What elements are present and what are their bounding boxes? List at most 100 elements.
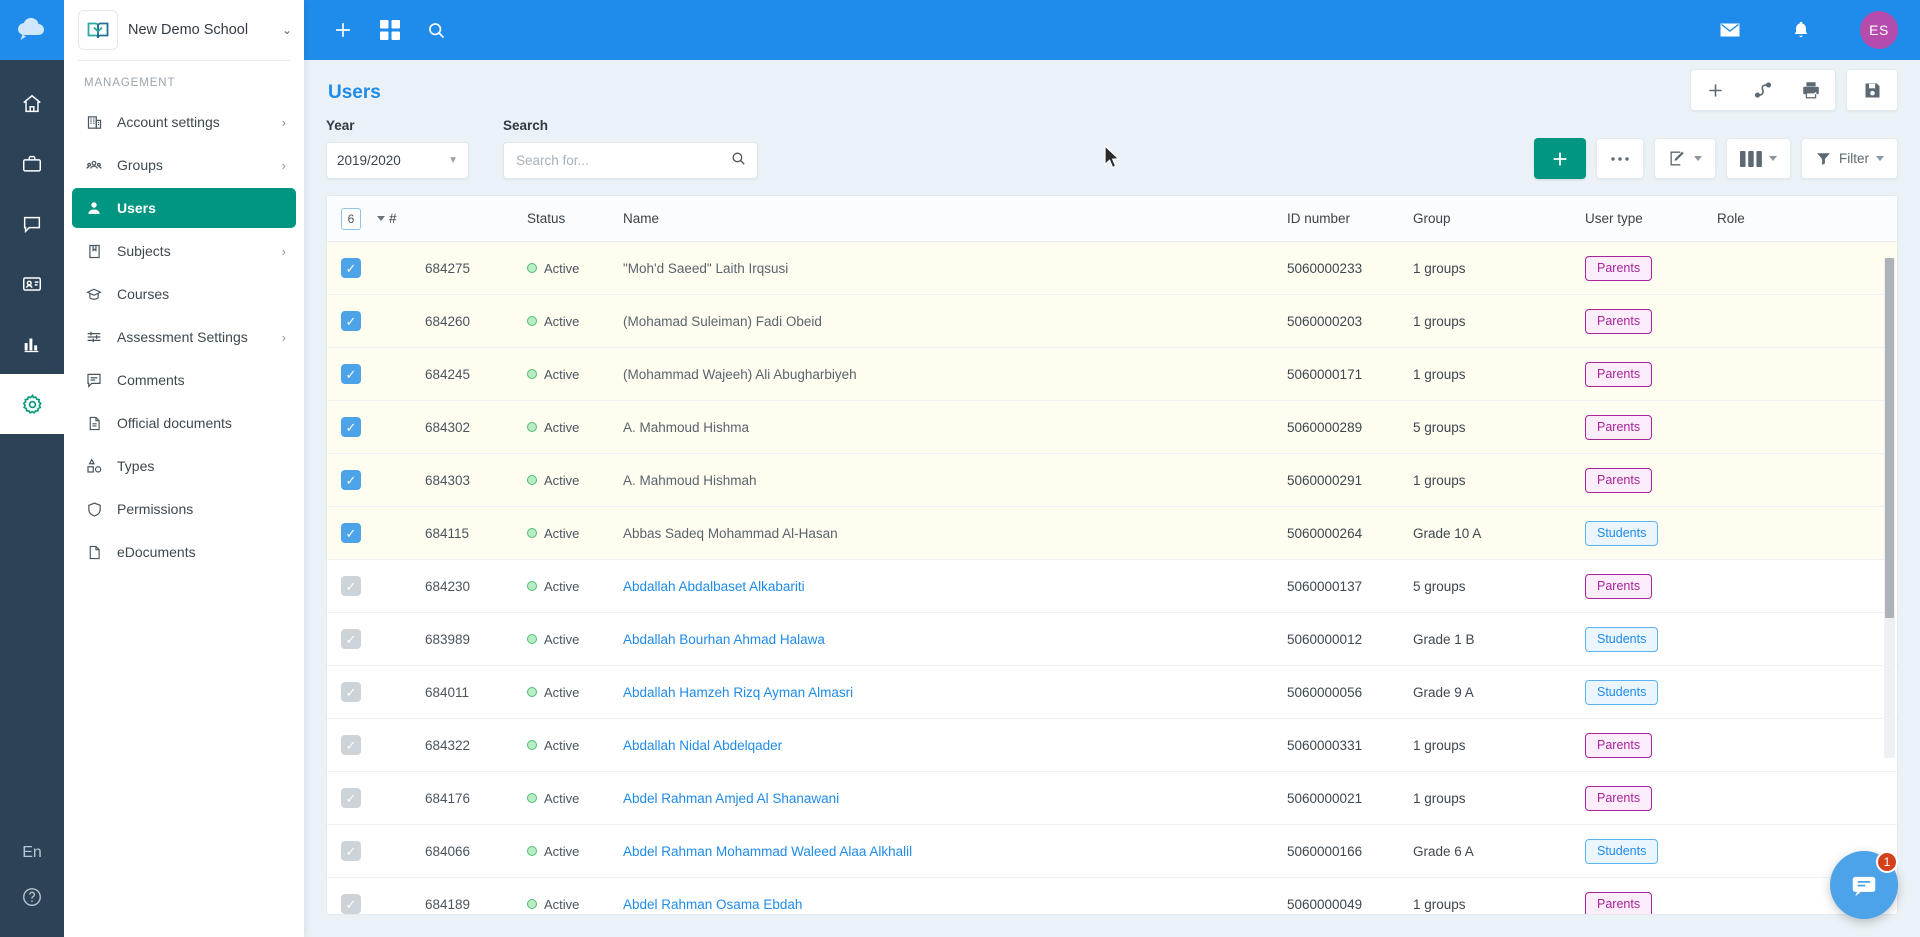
user-type-badge[interactable]: Students	[1585, 679, 1659, 705]
edit-dropdown-button[interactable]	[1654, 138, 1716, 179]
user-type-badge[interactable]: Parents	[1585, 361, 1653, 387]
column-header-number[interactable]: #	[377, 211, 425, 226]
avatar[interactable]: ES	[1860, 11, 1898, 49]
user-name-link[interactable]: (Mohamad Suleiman) Fadi Obeid	[623, 314, 822, 329]
sidebar-item-comments[interactable]: Comments	[72, 360, 296, 400]
search-icon[interactable]	[730, 150, 747, 172]
row-checkbox[interactable]: ✓	[341, 523, 361, 543]
user-type-badge[interactable]: Parents	[1585, 785, 1653, 811]
row-checkbox[interactable]: ✓	[341, 576, 361, 596]
table-row[interactable]: ✓ 684245 Active (Mohammad Wajeeh) Ali Abugh…	[327, 348, 1897, 401]
row-checkbox[interactable]: ✓	[341, 417, 361, 437]
sidebar-item-permissions[interactable]: Permissions	[72, 489, 296, 529]
scrollbar-thumb[interactable]	[1885, 258, 1894, 618]
topbar-add-button[interactable]	[332, 19, 354, 41]
filter-dropdown-button[interactable]: Filter	[1801, 138, 1898, 179]
rail-item-contacts[interactable]	[0, 254, 64, 314]
chat-button[interactable]: 1	[1830, 851, 1898, 919]
table-row[interactable]: ✓ 684189 Active Abdel Rahman Osama Ebdah 506…	[327, 878, 1897, 914]
column-header-user-type[interactable]: User type	[1585, 211, 1717, 226]
share-nodes-button[interactable]	[1739, 70, 1787, 110]
user-type-badge[interactable]: Parents	[1585, 467, 1653, 493]
table-row[interactable]: ✓ 684303 Active A. Mahmoud Hishmah 506000029…	[327, 454, 1897, 507]
sidebar-item-subjects[interactable]: Subjects ›	[72, 231, 296, 271]
table-row[interactable]: ✓ 684260 Active (Mohamad Suleiman) Fadi Obe…	[327, 295, 1897, 348]
row-name[interactable]: Abdel Rahman Osama Ebdah	[623, 897, 1287, 912]
user-name-link[interactable]: Abdallah Hamzeh Rizq Ayman Almasri	[623, 685, 853, 700]
sidebar-item-official-documents[interactable]: Official documents	[72, 403, 296, 443]
print-button[interactable]	[1787, 70, 1835, 110]
row-name[interactable]: (Mohamad Suleiman) Fadi Obeid	[623, 314, 1287, 329]
user-name-link[interactable]: Abdel Rahman Osama Ebdah	[623, 897, 802, 912]
user-type-badge[interactable]: Students	[1585, 520, 1659, 546]
rail-item-work[interactable]	[0, 134, 64, 194]
sidebar-item-types[interactable]: Types	[72, 446, 296, 486]
row-name[interactable]: Abdel Rahman Amjed Al Shanawani	[623, 791, 1287, 806]
user-type-badge[interactable]: Parents	[1585, 573, 1653, 599]
row-checkbox[interactable]: ✓	[341, 894, 361, 914]
user-name-link[interactable]: Abdel Rahman Amjed Al Shanawani	[623, 791, 839, 806]
column-header-status[interactable]: Status	[527, 211, 623, 226]
user-type-badge[interactable]: Parents	[1585, 891, 1653, 914]
add-record-button[interactable]	[1691, 70, 1739, 110]
row-checkbox[interactable]: ✓	[341, 788, 361, 808]
row-name[interactable]: A. Mahmoud Hishma	[623, 420, 1287, 435]
sidebar-item-users[interactable]: Users	[72, 188, 296, 228]
row-checkbox[interactable]: ✓	[341, 735, 361, 755]
rail-item-home[interactable]	[0, 74, 64, 134]
sidebar-item-courses[interactable]: Courses	[72, 274, 296, 314]
user-type-badge[interactable]: Students	[1585, 838, 1659, 864]
columns-dropdown-button[interactable]	[1726, 138, 1791, 179]
table-scrollbar[interactable]	[1884, 258, 1895, 758]
column-header-group[interactable]: Group	[1413, 211, 1585, 226]
topbar-mail-button[interactable]	[1718, 18, 1742, 42]
table-row[interactable]: ✓ 684176 Active Abdel Rahman Amjed Al Shana…	[327, 772, 1897, 825]
row-name[interactable]: Abdallah Bourhan Ahmad Halawa	[623, 632, 1287, 647]
save-button[interactable]	[1846, 69, 1898, 111]
selected-count-badge[interactable]: 6	[341, 207, 361, 230]
table-row[interactable]: ✓ 684302 Active A. Mahmoud Hishma 5060000289…	[327, 401, 1897, 454]
user-name-link[interactable]: A. Mahmoud Hishmah	[623, 473, 757, 488]
year-select[interactable]: 2019/2020 ▼	[326, 142, 469, 179]
sidebar-item-edocuments[interactable]: eDocuments	[72, 532, 296, 572]
row-name[interactable]: Abdallah Nidal Abdelqader	[623, 738, 1287, 753]
table-row[interactable]: ✓ 684066 Active Abdel Rahman Mohammad Walee…	[327, 825, 1897, 878]
table-row[interactable]: ✓ 684230 Active Abdallah Abdalbaset Alkabar…	[327, 560, 1897, 613]
table-row[interactable]: ✓ 683989 Active Abdallah Bourhan Ahmad Hala…	[327, 613, 1897, 666]
user-name-link[interactable]: (Mohammad Wajeeh) Ali Abugharbiyeh	[623, 367, 857, 382]
table-row[interactable]: ✓ 684011 Active Abdallah Hamzeh Rizq Ayman …	[327, 666, 1897, 719]
table-row[interactable]: ✓ 684115 Active Abbas Sadeq Mohammad Al-Has…	[327, 507, 1897, 560]
user-name-link[interactable]: A. Mahmoud Hishma	[623, 420, 749, 435]
row-name[interactable]: Abdel Rahman Mohammad Waleed Alaa Alkhal…	[623, 844, 1287, 859]
user-name-link[interactable]: Abdallah Nidal Abdelqader	[623, 738, 782, 753]
topbar-search-button[interactable]	[426, 20, 447, 41]
sidebar-item-account-settings[interactable]: Account settings ›	[72, 102, 296, 142]
school-selector[interactable]: New Demo School ⌄	[64, 0, 304, 60]
column-header-role[interactable]: Role	[1717, 211, 1897, 226]
row-name[interactable]: A. Mahmoud Hishmah	[623, 473, 1287, 488]
column-header-id-number[interactable]: ID number	[1287, 211, 1413, 226]
search-input[interactable]	[516, 153, 730, 168]
row-name[interactable]: Abdallah Abdalbaset Alkabariti	[623, 579, 1287, 594]
user-type-badge[interactable]: Parents	[1585, 255, 1653, 281]
rail-item-settings[interactable]	[0, 360, 64, 448]
sidebar-item-assessment-settings[interactable]: Assessment Settings ›	[72, 317, 296, 357]
column-header-name[interactable]: Name	[623, 211, 1287, 226]
row-checkbox[interactable]: ✓	[341, 841, 361, 861]
user-type-badge[interactable]: Parents	[1585, 414, 1653, 440]
row-name[interactable]: Abbas Sadeq Mohammad Al-Hasan	[623, 526, 1287, 541]
user-type-badge[interactable]: Parents	[1585, 732, 1653, 758]
more-actions-button[interactable]	[1596, 138, 1644, 179]
row-checkbox[interactable]: ✓	[341, 470, 361, 490]
row-checkbox[interactable]: ✓	[341, 311, 361, 331]
add-user-button[interactable]	[1534, 138, 1586, 179]
row-name[interactable]: Abdallah Hamzeh Rizq Ayman Almasri	[623, 685, 1287, 700]
user-name-link[interactable]: Abdallah Bourhan Ahmad Halawa	[623, 632, 825, 647]
user-name-link[interactable]: Abdel Rahman Mohammad Waleed Alaa Alkhal…	[623, 844, 912, 859]
language-switcher[interactable]: En	[22, 844, 42, 862]
topbar-apps-button[interactable]	[380, 20, 400, 40]
user-name-link[interactable]: Abbas Sadeq Mohammad Al-Hasan	[623, 526, 838, 541]
rail-item-messages[interactable]	[0, 194, 64, 254]
row-name[interactable]: "Moh'd Saeed" Laith Irqsusi	[623, 261, 1287, 276]
topbar-bell-button[interactable]	[1790, 19, 1812, 41]
